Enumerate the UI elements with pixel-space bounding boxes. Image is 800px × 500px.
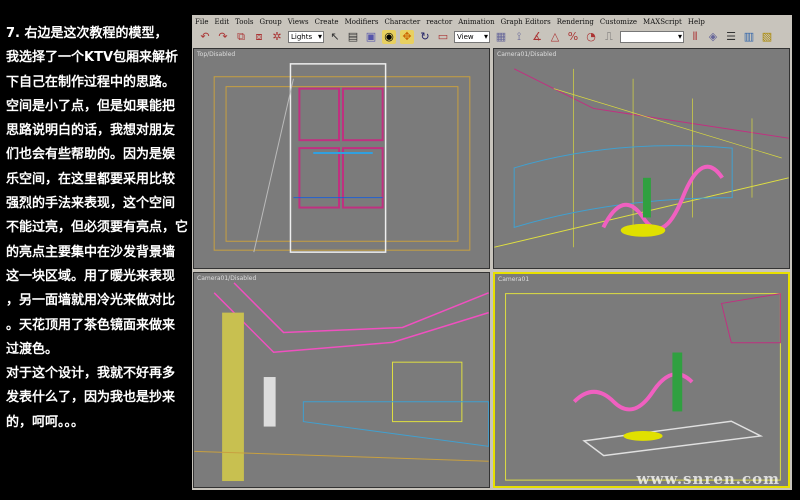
curve-editor-icon[interactable]: ▥ — [742, 30, 756, 44]
layer-manager-icon[interactable]: ☰ — [724, 30, 738, 44]
text-line: ，另一面墙就用冷光来做对比 — [6, 293, 176, 309]
text-line: 。天花顶用了茶色镜面来做来 — [6, 317, 176, 333]
text-line: 强烈的手法来表现，这个空间 — [6, 196, 176, 212]
reference-coord-dropdown[interactable]: View — [454, 31, 490, 43]
align-icon[interactable]: ◈ — [706, 30, 720, 44]
tutorial-text: 7. 右边是这次教程的模型， 我选择了一个KTV包厢来解析 下自己在制作过程中的思路… — [6, 22, 192, 435]
angle-snap-icon[interactable]: △ — [548, 30, 562, 44]
spinner-snap-icon[interactable]: ◔ — [584, 30, 598, 44]
edit-named-selection-icon[interactable]: ⎍ — [602, 30, 616, 44]
select-manipulate-icon[interactable]: ⟟ — [512, 30, 526, 44]
text-line: 的，呵呵。。。 — [6, 414, 85, 430]
viewport-camera-1[interactable]: Camera01/Disabled — [493, 48, 790, 269]
rect-region-icon[interactable]: ▣ — [364, 30, 378, 44]
text-line: 这一块区域。用了暖光来表现 — [6, 268, 176, 284]
text-line: 乐空间，在这里都要采用比较 — [6, 171, 176, 187]
camera-view-wireframe — [494, 68, 789, 248]
scale-icon[interactable]: ▭ — [436, 30, 450, 44]
undo-icon[interactable]: ↶ — [198, 30, 212, 44]
text-line: 7. 右边是这次教程的模型， — [6, 26, 168, 41]
link-icon[interactable]: ⧉ — [234, 30, 248, 44]
text-line: 发表什么了，因为我也是抄来 — [6, 390, 176, 406]
text-line: 思路说明白的话，我想对朋友 — [6, 123, 176, 139]
unlink-icon[interactable]: ⧈ — [252, 30, 266, 44]
text-line: 的亮点主要集中在沙发背景墙 — [6, 244, 176, 260]
snap-3d-icon[interactable]: ∡ — [530, 30, 544, 44]
text-line: 空间是小了点，但是如果能把 — [6, 98, 176, 114]
text-line: 我选择了一个KTV包厢来解析 — [6, 50, 179, 66]
camera-view-wireframe — [194, 282, 489, 482]
pivot-icon[interactable]: ▦ — [494, 30, 508, 44]
text-line: 下自己在制作过程中的思路。 — [6, 74, 176, 90]
percent-snap-icon[interactable]: % — [566, 30, 580, 44]
main-toolbar: ↶ ↷ ⧉ ⧈ ✲ Lights ↖ ▤ ▣ ◉ ✥ ↻ ▭ View ▦ ⟟ … — [192, 27, 792, 47]
text-line: 过渡色。 — [6, 341, 59, 357]
named-selection-dropdown[interactable] — [620, 31, 684, 43]
select-icon[interactable]: ↖ — [328, 30, 342, 44]
rotate-icon[interactable]: ↻ — [418, 30, 432, 44]
select-by-name-icon[interactable]: ▤ — [346, 30, 360, 44]
redo-icon[interactable]: ↷ — [216, 30, 230, 44]
bind-spacewarp-icon[interactable]: ✲ — [270, 30, 284, 44]
3dsmax-window: File Edit Tools Group Views Create Modifiers Ch… — [192, 15, 792, 490]
top-view-wireframe — [213, 63, 471, 253]
selection-filter-dropdown[interactable]: Lights — [288, 31, 324, 43]
text-line: 们也会有些帮助的。因为是娱 — [6, 147, 176, 163]
move-icon[interactable]: ✥ — [400, 30, 414, 44]
watermark: www.snren.com — [636, 470, 780, 488]
text-line: 对于这个设计，我就不好再多 — [6, 366, 176, 382]
viewport-top[interactable]: Top/Disabled — [193, 48, 490, 269]
schematic-view-icon[interactable]: ▧ — [760, 30, 774, 44]
camera-view-wireframe — [505, 293, 781, 481]
viewport-camera-2[interactable]: Camera01/Disabled — [193, 272, 490, 488]
window-crossing-icon[interactable]: ◉ — [382, 30, 396, 44]
mirror-icon[interactable]: ⫴ — [688, 30, 702, 44]
text-line: 不能过亮，但必须要有亮点，它 — [6, 220, 189, 236]
viewport-camera-active[interactable]: Camera01 — [493, 272, 790, 488]
